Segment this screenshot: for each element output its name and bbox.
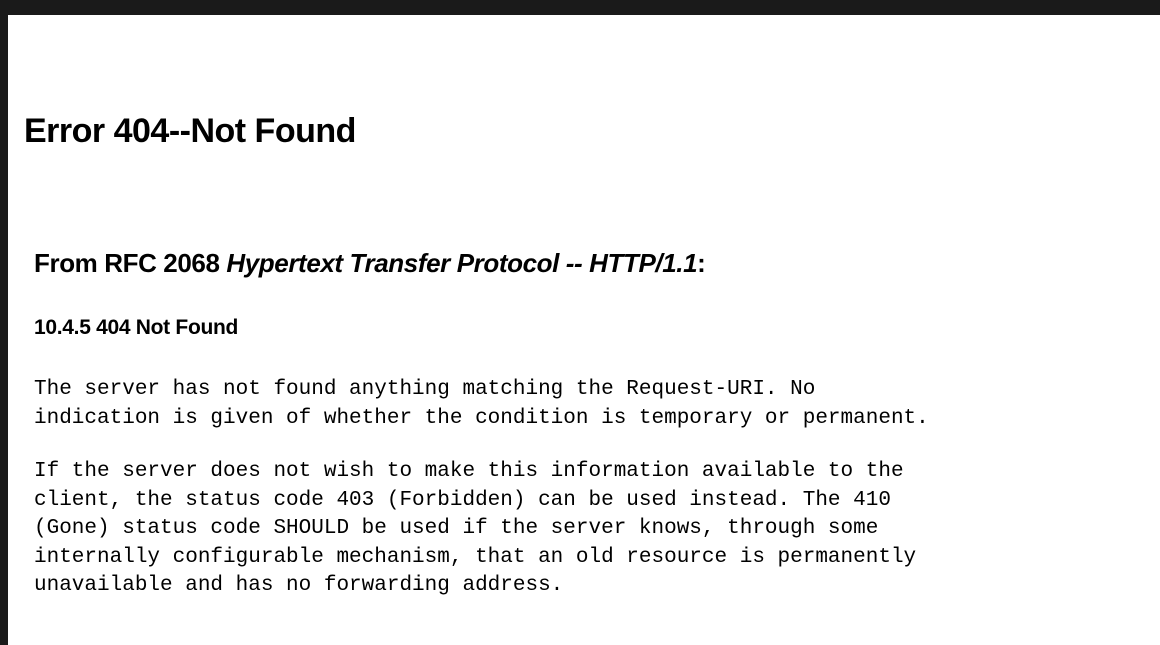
rfc-heading-suffix: : [697,248,706,278]
paragraph-line: unavailable and has no forwarding addres… [34,574,564,597]
paragraph-line: client, the status code 403 (Forbidden) … [34,488,891,512]
error-page: Error 404--Not Found From RFC 2068 Hyper… [8,15,1160,645]
rfc-source-heading: From RFC 2068 Hypertext Transfer Protoco… [34,248,706,279]
description-paragraph-1: The server has not found anything matchi… [34,376,929,433]
paragraph-line: The server has not found anything matchi… [34,378,816,401]
paragraph-line: (Gone) status code SHOULD be used if the… [34,517,879,540]
rfc-document-title: Hypertext Transfer Protocol -- HTTP/1.1 [226,248,698,278]
description-paragraph-2: If the server does not wish to make this… [34,458,916,601]
paragraph-line: internally configurable mechanism, that … [34,545,917,569]
page-title: Error 404--Not Found [24,112,356,150]
paragraph-line: indication is given of whether the condi… [34,406,929,430]
window-top-border [0,0,1160,15]
paragraph-line: If the server does not wish to make this… [34,460,904,483]
section-heading: 10.4.5 404 Not Found [34,316,239,339]
window-left-border [0,0,8,645]
rfc-heading-prefix: From RFC 2068 [34,248,227,278]
